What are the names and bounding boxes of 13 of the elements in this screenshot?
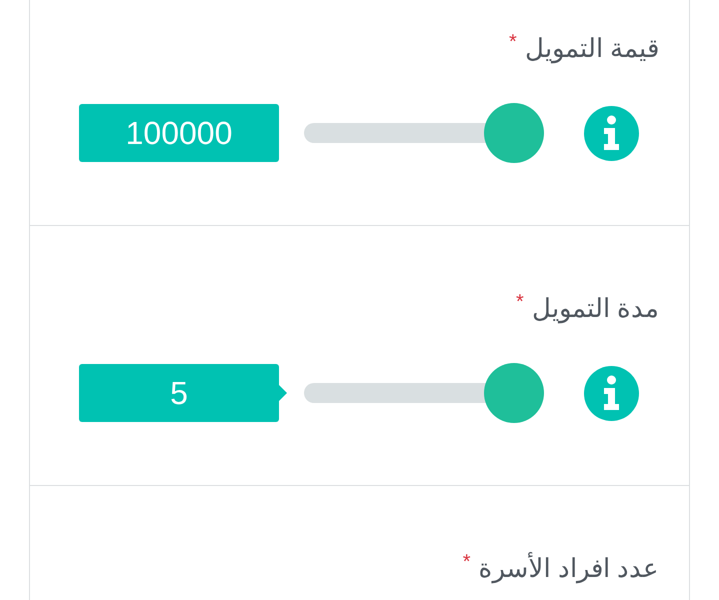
required-mark: * <box>516 292 524 312</box>
required-mark: * <box>508 32 517 52</box>
value-box[interactable]: 5 <box>79 364 279 422</box>
field-label: مدة التمويل <box>532 292 659 326</box>
slider[interactable] <box>304 363 544 423</box>
pointer-arrow <box>279 385 287 401</box>
value-box[interactable]: 100000 <box>79 104 279 162</box>
info-icon[interactable] <box>584 106 639 160</box>
required-mark: * <box>462 552 471 572</box>
info-icon[interactable] <box>584 366 639 420</box>
field-label: قيمة التمويل <box>524 32 659 66</box>
field-label: عدد افراد الأسرة <box>478 551 659 586</box>
slider[interactable] <box>304 103 544 163</box>
